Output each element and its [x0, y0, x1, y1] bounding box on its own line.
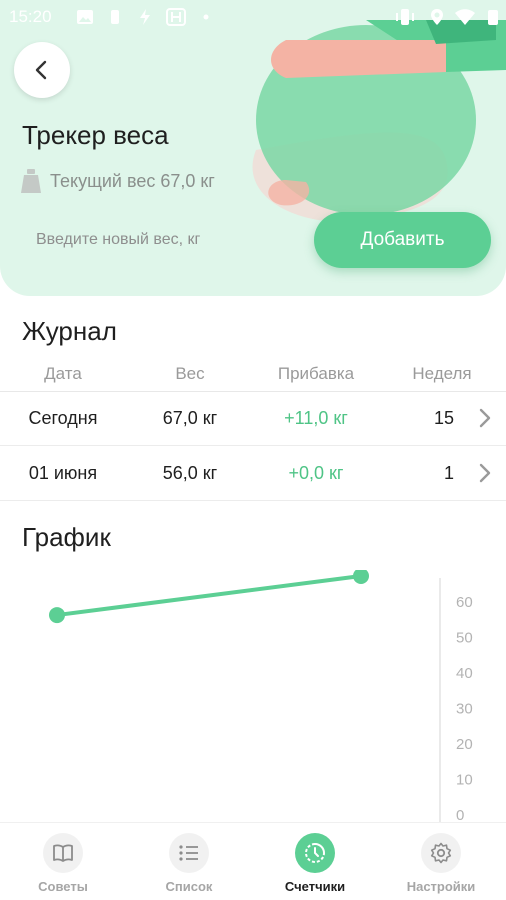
y-tick-label: 60 — [456, 594, 473, 611]
weight-icon — [21, 169, 41, 193]
bottom-navigation: Советы Список Счетчики Настройки — [0, 822, 506, 900]
book-icon — [43, 833, 83, 873]
nav-item-list[interactable]: Список — [126, 833, 252, 894]
y-tick-label: 20 — [456, 736, 473, 753]
bolt-icon — [140, 9, 150, 25]
hotel-icon — [166, 8, 186, 26]
column-week: Неделя — [412, 364, 472, 383]
battery-icon — [488, 10, 498, 25]
graph-title: График — [22, 522, 111, 552]
row-gain: +11,0 кг — [284, 408, 348, 428]
weight-chart: 0 10 20 30 40 50 60 — [49, 570, 473, 822]
data-point — [353, 570, 369, 584]
nav-label: Счетчики — [284, 879, 346, 894]
row-date: 01 июня — [28, 463, 98, 483]
nav-item-tips[interactable]: Советы — [0, 833, 126, 894]
column-date: Дата — [44, 364, 82, 383]
nav-label: Список — [165, 879, 213, 894]
add-button[interactable]: Добавить — [314, 212, 491, 268]
table-row[interactable]: 01 июня 56,0 кг +0,0 кг 1 — [0, 446, 506, 501]
current-weight: Текущий вес 67,0 кг — [20, 168, 215, 194]
y-tick-label: 40 — [456, 665, 473, 682]
row-date: Сегодня — [28, 408, 98, 428]
dot-icon — [203, 14, 209, 20]
y-tick-label: 30 — [456, 700, 473, 717]
current-weight-text: Текущий вес 67,0 кг — [50, 170, 215, 191]
journal-title: Журнал — [22, 316, 117, 346]
y-tick-label: 0 — [456, 807, 464, 822]
vibrate-icon — [396, 9, 414, 25]
row-week: 15 — [433, 408, 454, 428]
nav-label: Настройки — [406, 879, 476, 894]
column-weight: Вес — [175, 364, 205, 383]
gear-icon — [421, 833, 461, 873]
back-button[interactable] — [14, 42, 70, 98]
nav-item-settings[interactable]: Настройки — [378, 833, 504, 894]
battery-saver-icon — [111, 10, 119, 24]
location-icon — [431, 9, 443, 25]
y-tick-label: 10 — [456, 771, 473, 788]
column-gain: Прибавка — [277, 364, 355, 383]
status-bar: 15:20 — [0, 0, 506, 34]
chevron-left-icon — [35, 60, 47, 80]
page-title: Трекер веса — [22, 120, 169, 150]
wifi-icon — [455, 9, 475, 25]
data-point — [49, 607, 65, 624]
row-weight: 56,0 кг — [162, 463, 218, 483]
chevron-right-icon — [479, 408, 491, 428]
journal-header: Дата Вес Прибавка Неделя — [0, 364, 506, 392]
row-gain: +0,0 кг — [288, 463, 344, 483]
status-time: 15:20 — [9, 7, 52, 26]
chevron-right-icon — [479, 463, 491, 483]
image-icon — [77, 10, 93, 24]
nav-label: Советы — [38, 879, 88, 894]
y-tick-label: 50 — [456, 629, 473, 646]
weight-input[interactable] — [24, 218, 294, 262]
table-row[interactable]: Сегодня 67,0 кг +11,0 кг 15 — [0, 391, 506, 446]
list-icon — [169, 833, 209, 873]
weight-series-line — [55, 574, 363, 618]
row-week: 1 — [443, 463, 454, 483]
nav-item-counters[interactable]: Счетчики — [252, 833, 378, 894]
row-weight: 67,0 кг — [162, 408, 218, 428]
pregnant-illustration — [252, 20, 506, 222]
counter-icon — [295, 833, 335, 873]
